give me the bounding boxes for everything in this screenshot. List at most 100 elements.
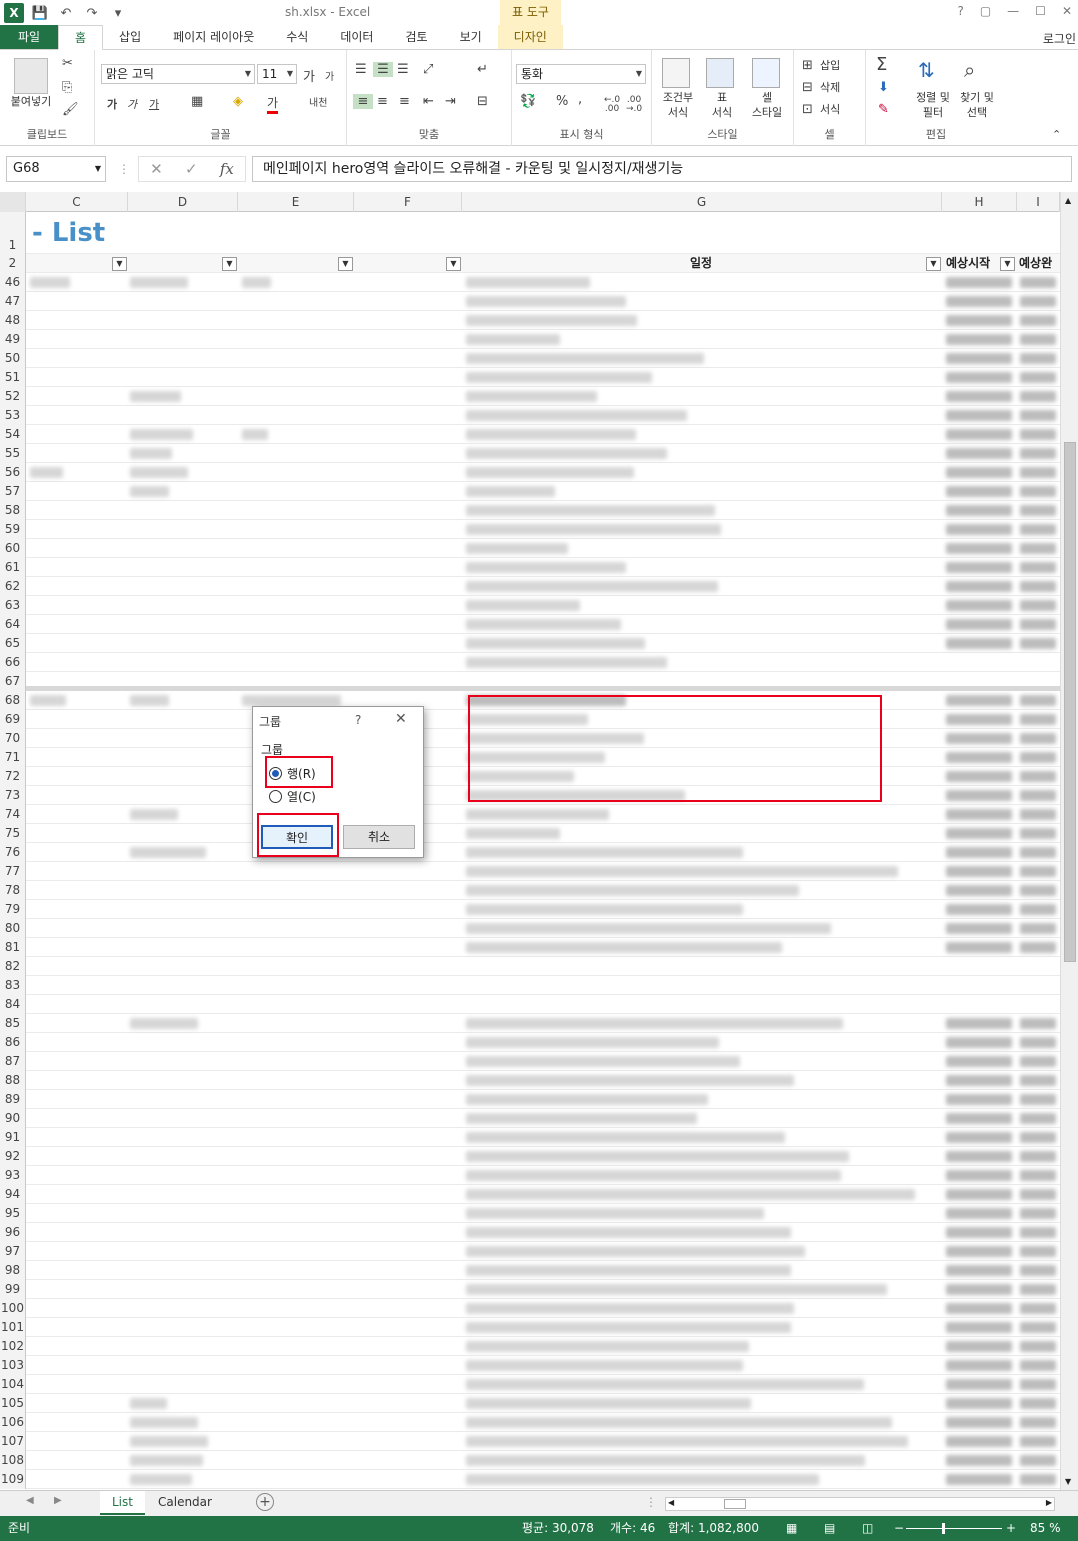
row-number[interactable]: 93 [0, 1166, 26, 1185]
ribbon-display-icon[interactable]: ▢ [980, 4, 991, 18]
name-box[interactable]: G68 ▼ [6, 156, 106, 182]
sheet-row[interactable]: 59 [0, 520, 1060, 539]
row-number[interactable]: 91 [0, 1128, 26, 1147]
sheet-row[interactable]: 80 [0, 919, 1060, 938]
sheet-row[interactable]: 2 ▼ ▼ ▼ ▼ ▼ ▼ 일정 예상시작 예상완 [0, 254, 1060, 273]
confirm-entry-icon[interactable]: ✓ [185, 160, 198, 178]
filter-dropdown-icon[interactable]: ▼ [926, 257, 941, 271]
grow-font-button[interactable]: 가 [303, 66, 315, 85]
zoom-level[interactable]: 85 % [1030, 1516, 1061, 1541]
filter-dropdown-icon[interactable]: ▼ [112, 257, 127, 271]
row-number[interactable]: 46 [0, 273, 26, 292]
align-top-icon[interactable]: ☰ [355, 62, 367, 77]
row-number[interactable]: 80 [0, 919, 26, 938]
cell-styles-button[interactable]: 셀 스타일 [744, 90, 790, 120]
row-number[interactable]: 99 [0, 1280, 26, 1299]
phonetic-button[interactable]: 내천 [309, 94, 327, 109]
tab-page-layout[interactable]: 페이지 레이아웃 [157, 25, 270, 49]
row-number[interactable]: 88 [0, 1071, 26, 1090]
row-number[interactable]: 48 [0, 311, 26, 330]
vertical-scroll-thumb[interactable] [1064, 442, 1076, 962]
align-middle-icon[interactable]: ☰ [373, 62, 393, 77]
cancel-entry-icon[interactable]: ✕ [150, 160, 163, 178]
shrink-font-button[interactable]: 가 [325, 68, 334, 83]
row-number[interactable]: 94 [0, 1185, 26, 1204]
row-number[interactable]: 90 [0, 1109, 26, 1128]
align-right-icon[interactable]: ≡ [399, 94, 410, 109]
sheet-row[interactable]: 104 [0, 1375, 1060, 1394]
insert-cells-button[interactable]: 삽입 [820, 58, 840, 73]
row-number[interactable]: 50 [0, 349, 26, 368]
accounting-format-icon[interactable]: 💱 [520, 94, 536, 109]
row-number[interactable]: 102 [0, 1337, 26, 1356]
row-number[interactable]: 92 [0, 1147, 26, 1166]
row-number[interactable]: 53 [0, 406, 26, 425]
increase-decimal-button[interactable]: ←.0 .00 [604, 96, 620, 114]
sheet-row[interactable]: 63 [0, 596, 1060, 615]
sheet-row[interactable]: 1- List [0, 212, 1060, 254]
row-number[interactable]: 79 [0, 900, 26, 919]
font-size-combo[interactable]: 11 ▼ [257, 64, 297, 84]
scroll-down-icon[interactable]: ▼ [1065, 1477, 1071, 1486]
autosum-button[interactable]: Σ [876, 54, 887, 75]
cell-styles-icon[interactable] [752, 58, 780, 88]
insert-cells-icon[interactable]: ⊞ [802, 58, 813, 73]
row-number[interactable]: 108 [0, 1451, 26, 1470]
increase-indent-icon[interactable]: ⇥ [445, 94, 456, 109]
filter-dropdown-icon[interactable]: ▼ [446, 257, 461, 271]
scroll-right-icon[interactable]: ▶ [1046, 1498, 1052, 1507]
merge-center-icon[interactable]: ⊟ [477, 94, 488, 109]
sheet-row[interactable]: 56 [0, 463, 1060, 482]
row-number[interactable]: 49 [0, 330, 26, 349]
scroll-tabs-right-icon[interactable]: ▶ [54, 1495, 62, 1506]
row-number[interactable]: 59 [0, 520, 26, 539]
row-number[interactable]: 109 [0, 1470, 26, 1489]
column-header-i[interactable]: I [1017, 192, 1060, 212]
row-number[interactable]: 86 [0, 1033, 26, 1052]
sheet-row[interactable]: 108 [0, 1451, 1060, 1470]
row-number[interactable]: 96 [0, 1223, 26, 1242]
row-number[interactable]: 61 [0, 558, 26, 577]
page-layout-view-icon[interactable]: ▤ [824, 1516, 835, 1541]
row-number[interactable]: 97 [0, 1242, 26, 1261]
sheet-row[interactable]: 48 [0, 311, 1060, 330]
row-number[interactable]: 85 [0, 1014, 26, 1033]
row-number[interactable]: 95 [0, 1204, 26, 1223]
sheet-row[interactable]: 97 [0, 1242, 1060, 1261]
row-number[interactable]: 66 [0, 653, 26, 672]
zoom-slider-thumb[interactable] [942, 1523, 945, 1534]
sheet-row[interactable]: 102 [0, 1337, 1060, 1356]
decrease-indent-icon[interactable]: ⇤ [423, 94, 434, 109]
minimize-icon[interactable]: — [1007, 4, 1019, 18]
tab-design[interactable]: 디자인 [497, 25, 563, 49]
sheet-row[interactable]: 84 [0, 995, 1060, 1014]
row-number[interactable]: 76 [0, 843, 26, 862]
sheet-row[interactable]: 105 [0, 1394, 1060, 1413]
row-number[interactable]: 98 [0, 1261, 26, 1280]
decrease-decimal-button[interactable]: .00 →.0 [626, 96, 642, 114]
scroll-up-icon[interactable]: ▲ [1065, 196, 1071, 205]
zoom-slider[interactable] [906, 1528, 1002, 1529]
row-number[interactable]: 64 [0, 615, 26, 634]
binoculars-icon[interactable]: ⌕ [964, 58, 975, 82]
sheet-row[interactable]: 47 [0, 292, 1060, 311]
row-number[interactable]: 68 [0, 691, 26, 710]
fill-icon[interactable]: ⬇ [878, 80, 889, 95]
column-header-d[interactable]: D [128, 192, 238, 212]
italic-button[interactable]: 가 [127, 96, 137, 112]
row-number[interactable]: 62 [0, 577, 26, 596]
maximize-icon[interactable]: ☐ [1035, 4, 1046, 18]
horizontal-scroll-thumb[interactable] [724, 1499, 746, 1509]
format-painter-icon[interactable]: 🖌 [62, 102, 79, 117]
number-format-combo[interactable]: 통화 ▼ [516, 64, 646, 84]
format-as-table-icon[interactable] [706, 58, 734, 88]
save-icon[interactable]: 💾 [30, 3, 50, 23]
row-number[interactable]: 55 [0, 444, 26, 463]
row-number[interactable]: 77 [0, 862, 26, 881]
sheet-tab-list[interactable]: List [100, 1491, 145, 1515]
sheet-row[interactable]: 52 [0, 387, 1060, 406]
sheet-row[interactable]: 81 [0, 938, 1060, 957]
scroll-left-icon[interactable]: ◀ [668, 1498, 674, 1507]
vertical-scrollbar[interactable]: ▲ ▼ [1060, 192, 1078, 1490]
normal-view-icon[interactable]: ▦ [786, 1516, 797, 1541]
